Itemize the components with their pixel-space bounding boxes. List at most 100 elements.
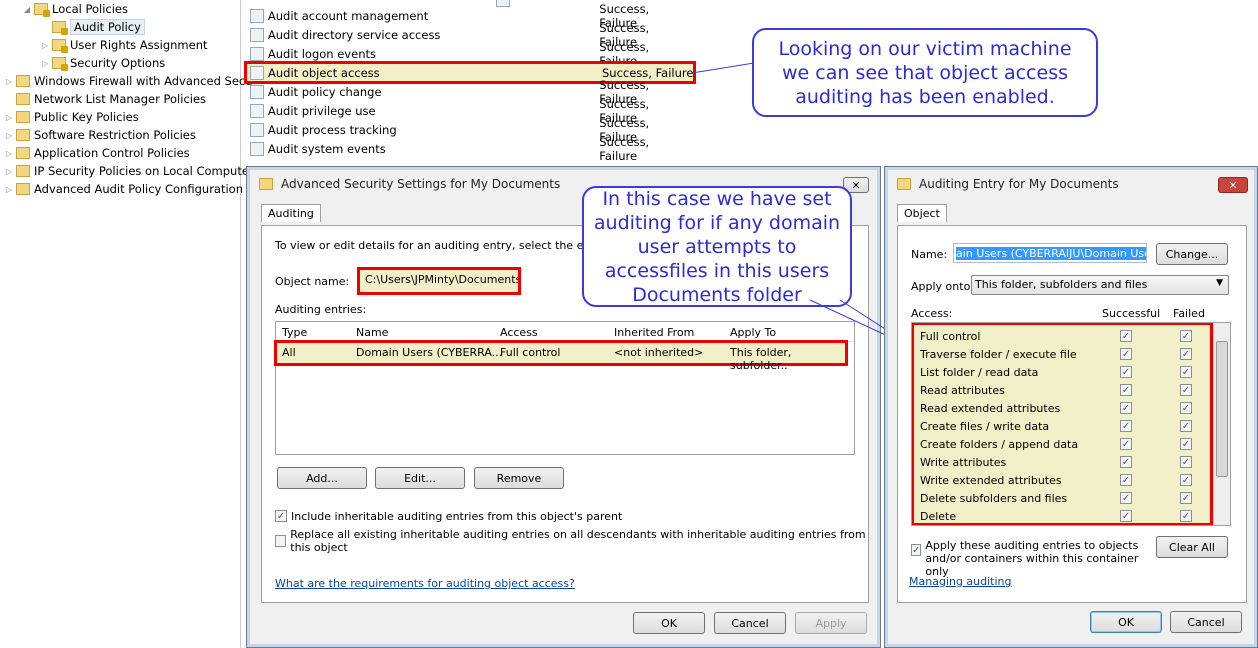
apply-onto-dropdown[interactable]: This folder, subfolders and files ▼ — [971, 275, 1229, 295]
tree-item-label: Advanced Audit Policy Configuration — [34, 182, 243, 196]
column-header[interactable]: Inherited From — [614, 326, 694, 339]
failed-checkbox[interactable]: ✓ — [1180, 474, 1192, 486]
folder-icon — [16, 183, 30, 195]
callout-pointer — [691, 62, 755, 74]
access-label: Access: — [911, 307, 953, 320]
failed-checkbox[interactable]: ✓ — [1180, 510, 1192, 522]
successful-checkbox[interactable]: ✓ — [1120, 348, 1132, 360]
tree-item[interactable]: ▷ Security Options — [40, 54, 165, 72]
successful-checkbox[interactable]: ✓ — [1120, 420, 1132, 432]
expand-arrow-icon[interactable]: ▷ — [4, 77, 14, 86]
change-button[interactable]: Change... — [1156, 243, 1228, 265]
tree-item-label: Local Policies — [52, 2, 128, 16]
remove-button[interactable]: Remove — [474, 467, 564, 489]
tree-item[interactable]: ◢ Local Policies — [22, 0, 128, 18]
successful-checkbox[interactable]: ✓ — [1120, 456, 1132, 468]
column-header[interactable]: Access — [500, 326, 538, 339]
permission-label: Create folders / append data — [920, 437, 1079, 451]
failed-checkbox[interactable]: ✓ — [1180, 456, 1192, 468]
apply-within-checkbox[interactable]: ✓ Apply these auditing entries to objects… — [911, 539, 1141, 578]
failed-checkbox[interactable]: ✓ — [1180, 330, 1192, 342]
tree-item-label: Software Restriction Policies — [34, 128, 196, 142]
checkbox[interactable]: ✓ — [275, 510, 287, 522]
managing-auditing-link[interactable]: Managing auditing — [909, 575, 1012, 588]
policy-icon — [250, 65, 264, 80]
successful-checkbox[interactable]: ✓ — [1120, 510, 1132, 522]
clear-all-button[interactable]: Clear All — [1156, 536, 1228, 558]
permission-label: Traverse folder / execute file — [920, 347, 1077, 361]
table-row[interactable]: All Domain Users (CYBERRA... Full control <… — [274, 340, 848, 372]
failed-checkbox[interactable]: ✓ — [1180, 366, 1192, 378]
tree-item[interactable]: ▷ User Rights Assignment — [40, 36, 208, 54]
failed-checkbox[interactable]: ✓ — [1180, 438, 1192, 450]
policy-name: Audit object access — [268, 65, 380, 80]
tree-item-label: Application Control Policies — [34, 146, 190, 160]
failed-checkbox[interactable]: ✓ — [1180, 492, 1192, 504]
table-cell: Domain Users (CYBERRA... — [356, 346, 503, 359]
expand-arrow-icon[interactable]: ▷ — [40, 59, 50, 68]
permission-row: Write extended attributes ✓ ✓ — [920, 471, 1210, 489]
failed-checkbox[interactable]: ✓ — [1180, 402, 1192, 414]
checkbox[interactable] — [275, 535, 287, 547]
policy-row[interactable]: Audit logon events Success, Failure — [250, 40, 690, 68]
name-field[interactable]: ain Users (CYBERRAIJU\Domain Users) — [953, 243, 1147, 263]
folder-icon — [16, 93, 30, 105]
include-inheritable-checkbox[interactable]: ✓ Include inheritable auditing entries fr… — [275, 507, 622, 525]
failed-checkbox[interactable]: ✓ — [1180, 420, 1192, 432]
cancel-button[interactable]: Cancel — [1170, 611, 1242, 633]
permission-label: Delete subfolders and files — [920, 491, 1068, 505]
edit-button[interactable]: Edit... — [375, 467, 465, 489]
expand-arrow-icon[interactable]: ▷ — [4, 149, 14, 158]
column-header[interactable]: Type — [282, 326, 307, 339]
ok-button[interactable]: OK — [1090, 611, 1162, 633]
policy-row[interactable]: Audit system events Success, Failure — [250, 135, 690, 163]
tab-auditing[interactable]: Auditing — [261, 204, 321, 222]
expand-arrow-icon[interactable]: ▷ — [4, 131, 14, 140]
successful-checkbox[interactable]: ✓ — [1120, 492, 1132, 504]
policy-name: Audit process tracking — [267, 122, 397, 137]
folder-icon — [52, 57, 68, 71]
tree-item[interactable]: Audit Policy — [40, 18, 145, 36]
checkbox[interactable]: ✓ — [911, 544, 922, 556]
expand-arrow-icon[interactable]: ▷ — [4, 113, 14, 122]
tab-object[interactable]: Object — [897, 204, 947, 222]
folder-icon — [897, 178, 911, 190]
table-cell: <not inherited> — [614, 346, 704, 359]
column-header[interactable]: Name — [356, 326, 388, 339]
tree-item[interactable]: ▷ IP Security Policies on Local Compute — [4, 162, 249, 180]
scrollbar[interactable] — [1213, 323, 1230, 525]
successful-checkbox[interactable]: ✓ — [1120, 366, 1132, 378]
permission-row: Create files / write data ✓ ✓ — [920, 417, 1210, 435]
tree-item[interactable]: Network List Manager Policies — [4, 90, 206, 108]
column-header[interactable]: Apply To — [730, 326, 776, 339]
failed-checkbox[interactable]: ✓ — [1180, 384, 1192, 396]
successful-checkbox[interactable]: ✓ — [1120, 402, 1132, 414]
add-button[interactable]: Add... — [277, 467, 367, 489]
apply-button[interactable]: Apply — [795, 612, 867, 634]
tree-item-label: User Rights Assignment — [70, 38, 208, 52]
cancel-button[interactable]: Cancel — [714, 612, 786, 634]
requirements-link[interactable]: What are the requirements for auditing o… — [275, 577, 575, 590]
tree-item[interactable]: ▷ Application Control Policies — [4, 144, 190, 162]
ok-button[interactable]: OK — [633, 612, 705, 634]
expand-arrow-icon[interactable]: ◢ — [22, 5, 32, 14]
expand-arrow-icon[interactable]: ▷ — [4, 185, 14, 194]
table-cell: All — [282, 346, 296, 359]
successful-checkbox[interactable]: ✓ — [1120, 384, 1132, 396]
expand-arrow-icon[interactable]: ▷ — [40, 41, 50, 50]
folder-icon — [52, 21, 68, 35]
tree-item[interactable]: ▷ Software Restriction Policies — [4, 126, 196, 144]
successful-checkbox[interactable]: ✓ — [1120, 330, 1132, 342]
expand-arrow-icon[interactable]: ▷ — [4, 167, 14, 176]
policy-name: Audit directory service access — [267, 27, 441, 42]
tree-item[interactable]: ▷ Windows Firewall with Advanced Secu — [4, 72, 253, 90]
close-button[interactable]: ✕ — [1218, 177, 1248, 193]
permission-label: List folder / read data — [920, 365, 1039, 379]
replace-checkbox[interactable]: Replace all existing inheritable auditin… — [275, 528, 880, 554]
tree-item[interactable]: ▷ Public Key Policies — [4, 108, 139, 126]
tree-item[interactable]: ▷ Advanced Audit Policy Configuration — [4, 180, 243, 198]
successful-checkbox[interactable]: ✓ — [1120, 474, 1132, 486]
failed-checkbox[interactable]: ✓ — [1180, 348, 1192, 360]
tree-item-label: Audit Policy — [70, 19, 145, 35]
successful-checkbox[interactable]: ✓ — [1120, 438, 1132, 450]
